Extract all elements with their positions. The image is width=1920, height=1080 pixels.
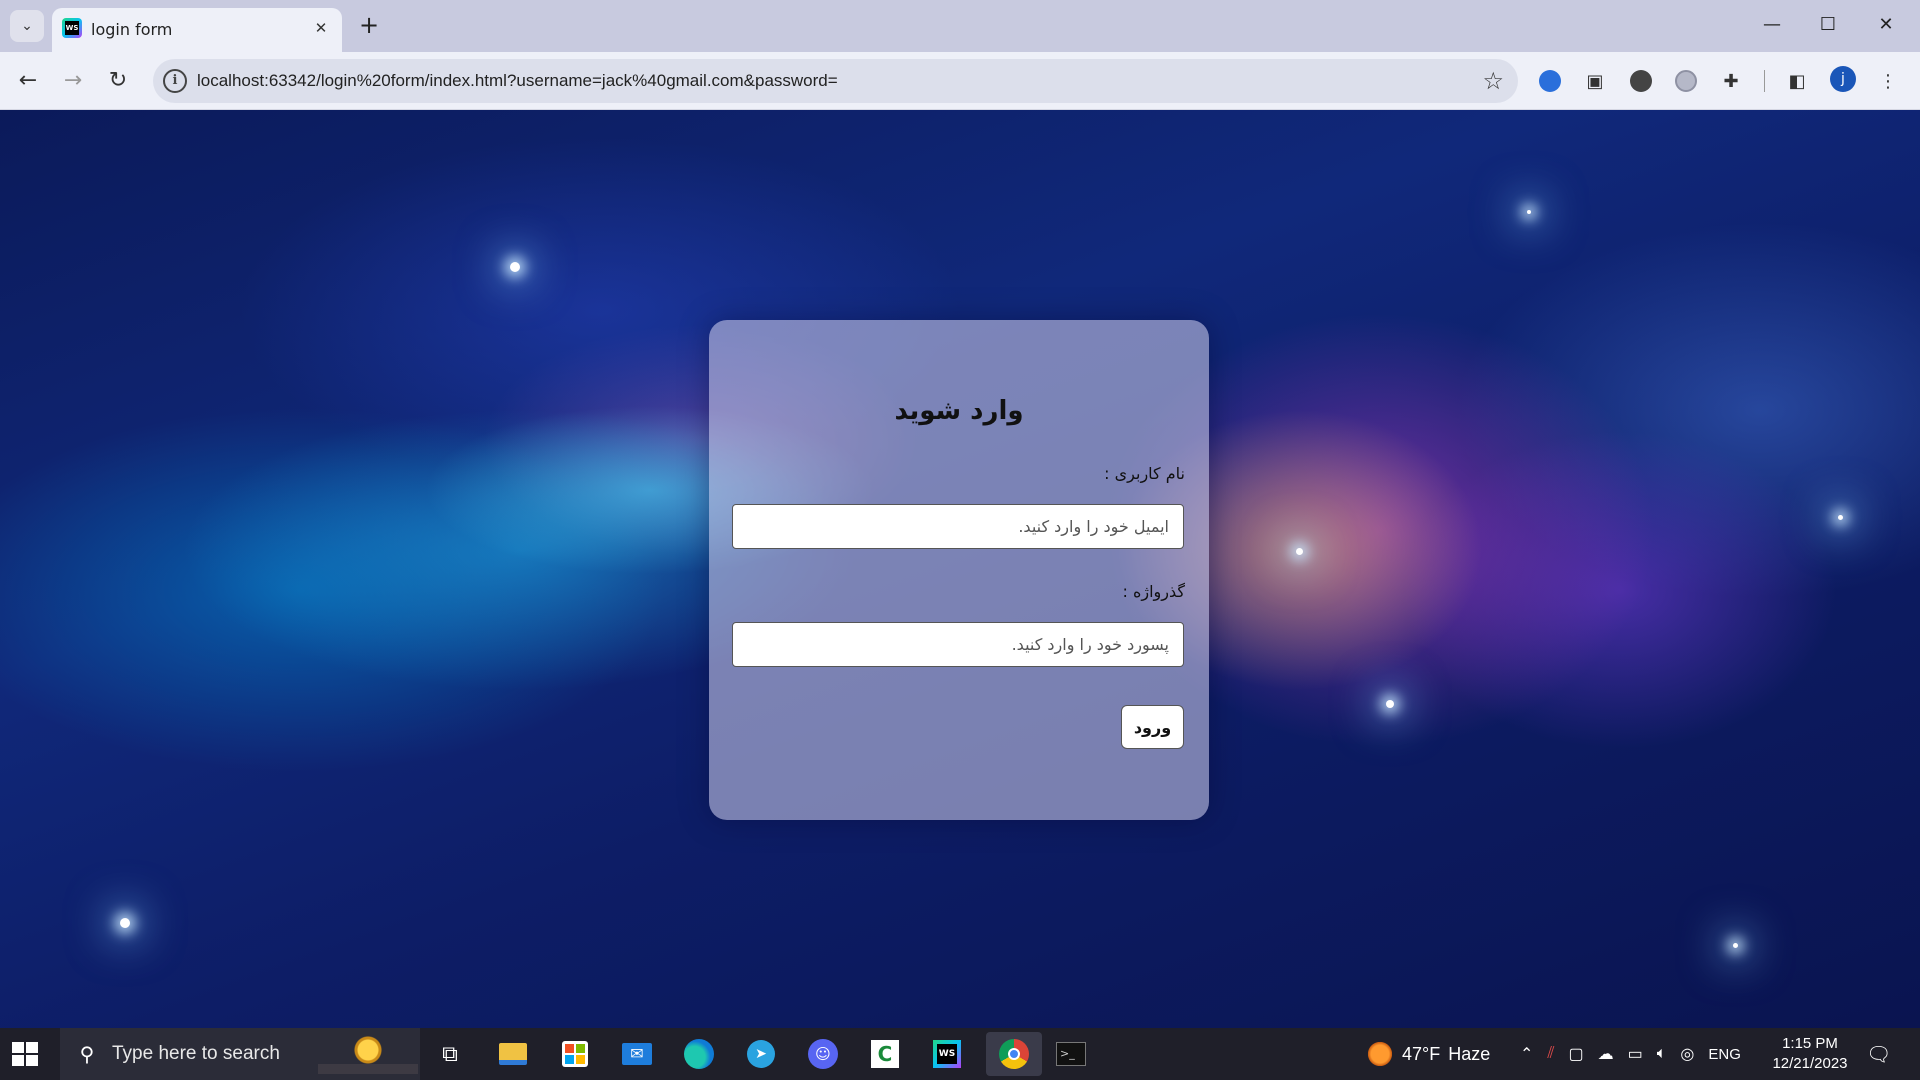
extension-translate-icon[interactable] <box>1536 67 1564 95</box>
extensions-puzzle-icon[interactable]: ✚ <box>1717 67 1745 95</box>
bookmark-star-icon[interactable]: ☆ <box>1482 67 1504 95</box>
extension-globe-icon[interactable] <box>1672 67 1700 95</box>
tab-search-button[interactable]: ⌄ <box>10 10 44 42</box>
new-tab-button[interactable]: + <box>354 10 384 40</box>
reload-button[interactable]: ↻ <box>101 64 135 98</box>
search-highlight-image <box>318 1034 418 1074</box>
taskbar: ⚲ Type here to search ⧉ ✉ ➤ ☺ C WS >_ 47… <box>0 1028 1920 1080</box>
weather-temperature: 47°F <box>1402 1043 1441 1064</box>
terminal-icon[interactable]: >_ <box>1052 1036 1090 1072</box>
microsoft-store-icon[interactable] <box>556 1036 594 1072</box>
weather-condition: Haze <box>1448 1043 1491 1064</box>
background-star <box>1733 943 1738 948</box>
form-title: وارد شوید <box>894 396 1024 426</box>
arrow-right-icon: → <box>63 68 83 93</box>
url-text[interactable]: localhost:63342/login%20form/index.html?… <box>197 71 838 91</box>
notifications-icon[interactable]: 🗨︎ <box>1866 1028 1891 1080</box>
language-globe-icon[interactable]: ◎ <box>1680 1044 1694 1064</box>
background-star <box>1838 515 1843 520</box>
close-window-button[interactable]: ✕ <box>1858 8 1914 42</box>
search-icon: ⚲ <box>79 1042 95 1066</box>
file-explorer-icon[interactable] <box>494 1036 532 1072</box>
extension-web-icon[interactable] <box>1627 67 1655 95</box>
background-star <box>120 918 130 928</box>
username-input[interactable] <box>732 504 1184 549</box>
browser-toolbar: ← → ↻ i localhost:63342/login%20form/ind… <box>0 52 1920 110</box>
picture-in-picture-icon[interactable]: ▣ <box>1581 67 1609 95</box>
toolbar-divider <box>1764 70 1765 92</box>
windows-logo-icon <box>12 1042 24 1053</box>
volume-icon[interactable]: 🔈︎ <box>1657 1045 1667 1063</box>
clock-time: 1:15 PM <box>1782 1035 1838 1052</box>
side-panel-icon[interactable]: ◧ <box>1783 67 1811 95</box>
clock[interactable]: 1:15 PM 12/21/2023 <box>1764 1034 1856 1074</box>
arrow-left-icon: ← <box>18 68 38 93</box>
mail-icon[interactable]: ✉ <box>618 1036 656 1072</box>
close-tab-icon[interactable]: ✕ <box>310 17 332 39</box>
password-input[interactable] <box>732 622 1184 667</box>
weather-widget[interactable]: 47°F Haze <box>1366 1028 1490 1080</box>
background-star <box>510 262 520 272</box>
back-button[interactable]: ← <box>11 64 45 98</box>
address-bar[interactable]: i localhost:63342/login%20form/index.htm… <box>153 59 1518 103</box>
chrome-icon[interactable] <box>986 1032 1042 1076</box>
site-info-icon[interactable]: i <box>163 69 187 93</box>
edge-icon[interactable] <box>680 1036 718 1072</box>
login-form: وارد شوید نام کاربری : گذرواژه : ورود <box>709 320 1209 820</box>
telegram-icon[interactable]: ➤ <box>742 1036 780 1072</box>
forward-button[interactable]: → <box>56 64 90 98</box>
background-star <box>1386 700 1394 708</box>
login-button[interactable]: ورود <box>1121 705 1184 749</box>
clock-date: 12/21/2023 <box>1772 1055 1848 1072</box>
page-viewport: وارد شوید نام کاربری : گذرواژه : ورود <box>0 110 1920 1028</box>
language-indicator[interactable]: ENG <box>1708 1046 1741 1063</box>
background-star <box>1296 548 1303 555</box>
background-star <box>1527 210 1531 214</box>
battery-icon[interactable]: ▭ <box>1628 1044 1643 1064</box>
system-tray: ⌃ ⫽ ▢ ☁ ▭ 🔈︎ ◎ ENG <box>1520 1028 1741 1080</box>
tab-strip: ⌄ WS login form ✕ + — ☐ ✕ <box>0 0 1920 52</box>
browser-tab[interactable]: WS login form ✕ <box>52 8 342 52</box>
maximize-button[interactable]: ☐ <box>1800 8 1856 42</box>
profile-avatar[interactable]: j <box>1830 66 1856 92</box>
app-tray-icon[interactable]: ⫽ <box>1547 1045 1554 1063</box>
search-placeholder: Type here to search <box>112 1043 280 1064</box>
weather-icon <box>1366 1040 1394 1068</box>
onedrive-offline-icon[interactable]: ☁ <box>1598 1044 1614 1064</box>
meet-now-icon[interactable]: ▢ <box>1569 1044 1584 1064</box>
menu-kebab-icon[interactable]: ⋮ <box>1874 67 1902 95</box>
password-label: گذرواژه : <box>1122 582 1186 601</box>
reload-icon: ↻ <box>108 68 128 93</box>
camtasia-icon[interactable]: C <box>866 1036 904 1072</box>
username-label: نام کاربری : <box>1104 464 1185 483</box>
discord-icon[interactable]: ☺ <box>804 1036 842 1072</box>
webstorm-icon: WS <box>62 18 82 38</box>
chevron-up-icon[interactable]: ⌃ <box>1520 1044 1533 1064</box>
webstorm-taskbar-icon[interactable]: WS <box>928 1036 966 1072</box>
start-button[interactable] <box>10 1040 38 1068</box>
minimize-button[interactable]: — <box>1744 8 1800 42</box>
task-view-icon[interactable]: ⧉ <box>431 1036 469 1072</box>
chevron-down-icon: ⌄ <box>21 18 33 34</box>
tab-title: login form <box>91 20 173 39</box>
